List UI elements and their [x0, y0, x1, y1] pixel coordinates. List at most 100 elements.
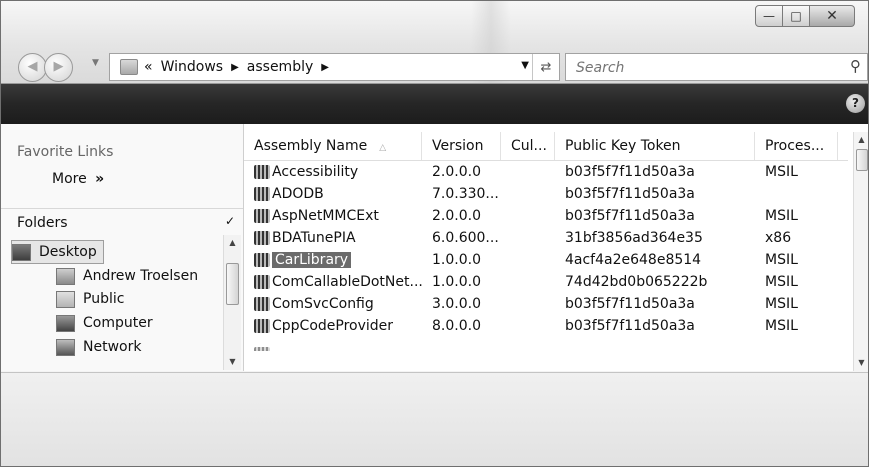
column-header-assembly-name[interactable]: Assembly Name △: [244, 132, 422, 160]
assembly-culture: [511, 293, 555, 315]
scroll-down-icon[interactable]: ▼: [854, 355, 868, 371]
back-button[interactable]: ◀: [18, 53, 47, 82]
folder-tree: Desktop Andrew Troelsen Public Computer …: [1, 235, 223, 369]
title-bar: — □ ✕ ◀ ▶ ▼ « Windows ▶ assembly ▶ ▼ ⇄ ⚲: [1, 1, 868, 83]
assembly-icon: [254, 165, 270, 179]
assembly-culture: [511, 271, 555, 293]
assembly-icon: [254, 253, 270, 267]
recent-pages-dropdown-icon[interactable]: ▼: [92, 58, 99, 68]
assembly-processor: MSIL: [765, 252, 798, 268]
forward-button[interactable]: ▶: [44, 53, 73, 82]
table-row[interactable]: Accessibility 2.0.0.0 b03f5f7f11d50a3a M…: [244, 161, 848, 183]
assembly-processor: MSIL: [765, 164, 798, 180]
folders-label: Folders: [17, 215, 68, 231]
table-row-partial: [244, 337, 848, 351]
assembly-public-key-token: b03f5f7f11d50a3a: [565, 164, 695, 180]
more-chevron-icon: »: [95, 171, 105, 187]
assembly-version: 8.0.0.0: [432, 318, 481, 334]
breadcrumb-windows[interactable]: Windows: [161, 59, 224, 75]
assembly-name: AspNetMMCExt: [272, 208, 379, 224]
assembly-public-key-token: b03f5f7f11d50a3a: [565, 186, 695, 202]
table-row[interactable]: BDATunePIA 6.0.600... 31bf3856ad364e35 x…: [244, 227, 848, 249]
breadcrumb-separator-icon[interactable]: ▶: [321, 62, 329, 73]
address-bar[interactable]: « Windows ▶ assembly ▶ ▼ ⇄: [109, 53, 560, 81]
search-box[interactable]: ⚲: [565, 53, 868, 81]
navigation-pane: Favorite Links More » Folders ✓ Desktop …: [1, 124, 244, 371]
assembly-processor: [765, 183, 838, 205]
refresh-icon: ⇄: [540, 59, 552, 75]
assembly-processor: MSIL: [765, 296, 798, 312]
assembly-name: ADODB: [272, 186, 324, 202]
forward-arrow-icon: ▶: [53, 59, 64, 74]
chevron-down-icon: ✓: [225, 214, 236, 228]
assembly-icon: [254, 347, 270, 351]
table-row[interactable]: CppCodeProvider 8.0.0.0 b03f5f7f11d50a3a…: [244, 315, 848, 337]
assembly-name: BDATunePIA: [272, 230, 356, 246]
explorer-window: — □ ✕ ◀ ▶ ▼ « Windows ▶ assembly ▶ ▼ ⇄ ⚲…: [0, 0, 869, 467]
desktop-icon: [12, 243, 31, 261]
assembly-icon: [254, 319, 270, 333]
assembly-culture: [511, 249, 555, 271]
back-arrow-icon: ◀: [27, 59, 38, 74]
table-row[interactable]: ComSvcConfig 3.0.0.0 b03f5f7f11d50a3a MS…: [244, 293, 848, 315]
assembly-version: 3.0.0.0: [432, 296, 481, 312]
assembly-version: 7.0.330...: [432, 186, 499, 202]
column-header-processor[interactable]: Proces...: [755, 132, 838, 160]
scroll-up-icon[interactable]: ▲: [224, 235, 241, 251]
help-icon[interactable]: ?: [846, 94, 865, 113]
tree-item-label: Public: [83, 291, 125, 307]
maximize-button[interactable]: □: [783, 5, 810, 27]
assembly-list-scrollbar[interactable]: ▲ ▼: [853, 132, 868, 371]
breadcrumb-assembly[interactable]: assembly: [247, 59, 313, 75]
address-overflow-chevrons[interactable]: «: [144, 59, 153, 75]
computer-icon: [56, 314, 75, 332]
minimize-button[interactable]: —: [755, 5, 783, 27]
breadcrumb-separator-icon[interactable]: ▶: [231, 62, 239, 73]
folders-toggle[interactable]: Folders ✓: [1, 208, 243, 233]
assembly-culture: [511, 183, 555, 205]
column-header-version[interactable]: Version: [422, 132, 501, 160]
assembly-public-key-token: b03f5f7f11d50a3a: [565, 296, 695, 312]
tree-item-label: Desktop: [39, 244, 97, 260]
address-dropdown-icon[interactable]: ▼: [521, 60, 529, 71]
assembly-icon: [254, 231, 270, 245]
search-icon[interactable]: ⚲: [850, 57, 861, 75]
assembly-name: CppCodeProvider: [272, 318, 394, 334]
favorite-links-header: Favorite Links: [17, 144, 114, 160]
column-header-culture[interactable]: Cul...: [501, 132, 555, 160]
tree-item-desktop[interactable]: Desktop: [11, 240, 104, 264]
scroll-up-icon[interactable]: ▲: [854, 132, 868, 148]
assembly-name: ComSvcConfig: [272, 296, 374, 312]
folder-icon: [120, 59, 138, 75]
table-row[interactable]: ComCallableDotNet... 1.0.0.0 74d42bd0b06…: [244, 271, 848, 293]
table-row[interactable]: ADODB 7.0.330... b03f5f7f11d50a3a: [244, 183, 848, 205]
scroll-down-icon[interactable]: ▼: [224, 354, 241, 370]
scrollbar-thumb[interactable]: [856, 149, 868, 171]
search-input[interactable]: [574, 57, 828, 79]
minimize-icon: —: [763, 9, 775, 23]
tree-item-computer[interactable]: Computer: [56, 312, 153, 334]
scrollbar-thumb[interactable]: [226, 263, 239, 305]
assembly-version: 2.0.0.0: [432, 208, 481, 224]
tree-item-andrew-troelsen[interactable]: Andrew Troelsen: [56, 265, 198, 287]
close-button[interactable]: ✕: [810, 5, 855, 27]
assembly-culture: [511, 161, 555, 183]
table-row[interactable]: AspNetMMCExt 2.0.0.0 b03f5f7f11d50a3a MS…: [244, 205, 848, 227]
more-links-button[interactable]: More »: [52, 171, 104, 187]
folder-icon: [56, 290, 75, 308]
sort-indicator-icon: △: [379, 143, 387, 153]
assembly-public-key-token: b03f5f7f11d50a3a: [565, 208, 695, 224]
assembly-processor: MSIL: [765, 208, 798, 224]
user-folder-icon: [56, 267, 75, 285]
assembly-list: Assembly Name △ Version Cul... Public Key…: [244, 124, 868, 371]
assembly-public-key-token: 31bf3856ad364e35: [565, 230, 703, 246]
refresh-button[interactable]: ⇄: [532, 54, 559, 80]
assembly-icon: [254, 209, 270, 223]
tree-item-network[interactable]: Network: [56, 336, 141, 358]
assembly-icon: [254, 275, 270, 289]
assembly-culture: [511, 315, 555, 337]
column-header-public-key-token[interactable]: Public Key Token: [555, 132, 755, 160]
table-row-selected[interactable]: CarLibrary 1.0.0.0 4acf4a2e648e8514 MSIL: [244, 249, 848, 271]
tree-item-public[interactable]: Public: [56, 288, 124, 310]
folder-tree-scrollbar[interactable]: ▲ ▼: [223, 235, 241, 370]
